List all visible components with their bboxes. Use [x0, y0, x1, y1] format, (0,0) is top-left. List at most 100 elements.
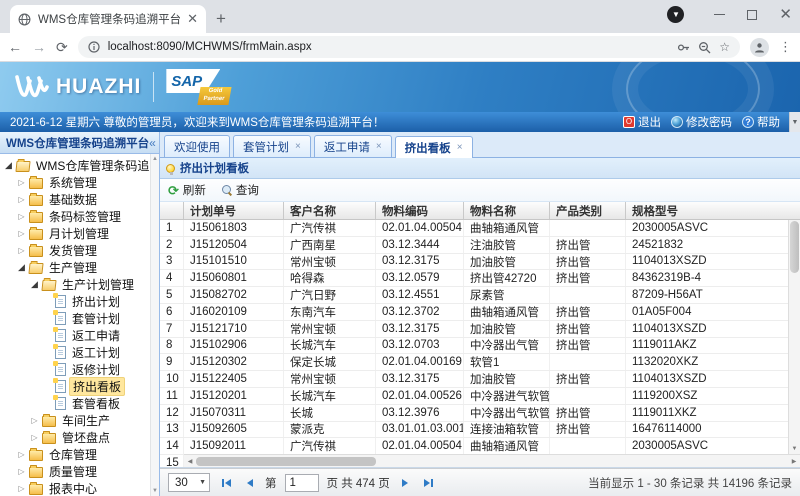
forward-icon[interactable]: → [32, 40, 46, 54]
page-scroll-down-icon[interactable]: ▼ [789, 112, 800, 132]
query-button[interactable]: 查询 [222, 182, 259, 198]
tree-item-仓库管理[interactable]: ▷仓库管理 [0, 446, 159, 463]
expand-toggle-icon[interactable]: ◢ [4, 160, 13, 171]
tree-item-套管计划[interactable]: 套管计划 [0, 310, 159, 327]
column-header[interactable]: 计划单号 [184, 202, 284, 219]
change-password-button[interactable]: 修改密码 [671, 114, 732, 130]
info-icon[interactable] [88, 41, 100, 53]
table-row[interactable]: 3J15101510常州宝顿03.12.3175加油胶管挤出管1104013XS… [160, 254, 788, 271]
tree-item-发货管理[interactable]: ▷发货管理 [0, 242, 159, 259]
bookmark-star-icon[interactable]: ☆ [719, 40, 730, 54]
tab-挤出看板[interactable]: 挤出看板× [395, 136, 473, 158]
help-button[interactable]: ?帮助 [742, 114, 780, 130]
maximize-button[interactable] [747, 10, 757, 20]
reload-icon[interactable]: ⟳ [56, 40, 68, 54]
tab-close-icon[interactable]: × [295, 141, 301, 152]
hscroll-right-icon[interactable]: ▶ [790, 458, 798, 465]
table-row[interactable]: 14J15092011广汽传祺02.01.04.00504曲轴箱通风管20300… [160, 438, 788, 455]
column-header[interactable]: 客户名称 [284, 202, 376, 219]
tree-item-套管看板[interactable]: 套管看板 [0, 395, 159, 412]
expand-toggle-icon[interactable]: ◢ [17, 262, 26, 273]
tree-item-报表中心[interactable]: ▷报表中心 [0, 480, 159, 496]
key-icon[interactable] [677, 41, 690, 54]
tree-item-挤出看板[interactable]: 挤出看板 [0, 378, 159, 395]
sidebar-scrollbar[interactable]: ▲ ▼ [150, 154, 159, 496]
browser-menu-icon[interactable]: ⋮ [779, 39, 792, 55]
table-row[interactable]: 5J15082702广汽日野03.12.4551尿素管87209-H56AT [160, 287, 788, 304]
tab-返工申请[interactable]: 返工申请× [314, 135, 392, 157]
logout-button[interactable]: O退出 [623, 114, 661, 130]
table-row[interactable]: 4J15060801哈得森03.12.0579挤出管42720挤出管843623… [160, 270, 788, 287]
tab-close-icon[interactable]: × [376, 141, 382, 152]
column-header-rownum[interactable] [160, 202, 184, 219]
last-page-button[interactable] [420, 479, 437, 487]
page-number-input[interactable] [285, 474, 319, 492]
sidebar-collapse-icon[interactable]: « [149, 136, 156, 150]
page-size-select[interactable]: 30 ▼ [168, 473, 210, 492]
tree-item-返工计划[interactable]: 返工计划 [0, 344, 159, 361]
scroll-up-icon[interactable]: ▲ [151, 154, 159, 164]
table-row[interactable]: 8J15102906长城汽车03.12.0703中冷器出气管挤出管1119011… [160, 338, 788, 355]
table-row[interactable]: 6J16020109东南汽车03.12.3702曲轴箱通风管挤出管01A05F0… [160, 304, 788, 321]
expand-toggle-icon[interactable]: ▷ [30, 433, 39, 442]
expand-toggle-icon[interactable]: ▷ [17, 467, 26, 476]
table-row[interactable]: 9J15120302保定长城02.01.04.00169软管11132020XK… [160, 354, 788, 371]
scroll-down-icon[interactable]: ▼ [151, 486, 159, 496]
minimize-button[interactable] [714, 14, 725, 16]
expand-toggle-icon[interactable]: ▷ [17, 212, 26, 221]
column-header[interactable]: 物料编码 [376, 202, 464, 219]
tab-close-icon[interactable]: × [457, 142, 463, 153]
tree-item-系统管理[interactable]: ▷系统管理 [0, 174, 159, 191]
hscroll-thumb[interactable] [196, 457, 376, 466]
table-row[interactable]: 1J15061803广汽传祺02.01.04.00504曲轴箱通风管203000… [160, 220, 788, 237]
vscroll-down-icon[interactable]: ▼ [789, 443, 800, 454]
next-page-button[interactable] [398, 479, 412, 487]
new-tab-button[interactable]: + [216, 9, 226, 29]
tree-item-返工申请[interactable]: 返工申请 [0, 327, 159, 344]
grid-horizontal-scrollbar[interactable]: ◀ ▶ [184, 454, 800, 467]
tree-item-月计划管理[interactable]: ▷月计划管理 [0, 225, 159, 242]
expand-toggle-icon[interactable]: ▷ [17, 450, 26, 459]
prev-page-button[interactable] [243, 479, 257, 487]
tree-item-挤出计划[interactable]: 挤出计划 [0, 293, 159, 310]
table-row[interactable]: 13J15092605蒙派克03.01.01.03.00152连接油箱软管挤出管… [160, 422, 788, 439]
tree-item-质量管理[interactable]: ▷质量管理 [0, 463, 159, 480]
column-header[interactable]: 物料名称 [464, 202, 550, 219]
profile-avatar[interactable] [750, 38, 769, 57]
tab-套管计划[interactable]: 套管计划× [233, 135, 311, 157]
tab-close-icon[interactable]: ✕ [187, 11, 198, 27]
url-text[interactable]: localhost:8090/MCHWMS/frmMain.aspx [108, 41, 670, 53]
expand-toggle-icon[interactable]: ▷ [17, 195, 26, 204]
close-button[interactable]: ✕ [779, 10, 792, 20]
tree-item-返修计划[interactable]: 返修计划 [0, 361, 159, 378]
table-row[interactable]: 12J15070311长城03.12.3976中冷器出气软管挤出管1119011… [160, 405, 788, 422]
refresh-button[interactable]: ⟳ 刷新 [168, 182, 206, 198]
tree-item-管坯盘点[interactable]: ▷管坯盘点 [0, 429, 159, 446]
tree-item-基础数据[interactable]: ▷基础数据 [0, 191, 159, 208]
table-row[interactable]: 7J15121710常州宝顿03.12.3175加油胶管挤出管1104013XS… [160, 321, 788, 338]
back-icon[interactable]: ← [8, 40, 22, 54]
expand-toggle-icon[interactable]: ▷ [17, 229, 26, 238]
tree-item-条码标签管理[interactable]: ▷条码标签管理 [0, 208, 159, 225]
column-header[interactable]: 规格型号 [626, 202, 800, 219]
column-header[interactable]: 产品类别 [550, 202, 626, 219]
tab-欢迎使用[interactable]: 欢迎使用 [164, 135, 230, 157]
expand-toggle-icon[interactable]: ▷ [17, 178, 26, 187]
first-page-button[interactable] [218, 479, 235, 487]
hscroll-left-icon[interactable]: ◀ [186, 458, 194, 465]
tree-item-车间生产[interactable]: ▷车间生产 [0, 412, 159, 429]
table-row[interactable]: 11J15120201长城汽车02.01.04.00526中冷器进气软管1111… [160, 388, 788, 405]
table-row[interactable]: 2J15120504广西南星03.12.3444注油胶管挤出管24521832 [160, 237, 788, 254]
tree-item-生产管理[interactable]: ◢生产管理 [0, 259, 159, 276]
vscroll-thumb[interactable] [790, 221, 799, 273]
expand-toggle-icon[interactable]: ▷ [17, 484, 26, 493]
table-row[interactable]: 10J15122405常州宝顿03.12.3175加油胶管挤出管1104013X… [160, 371, 788, 388]
zoom-icon[interactable] [698, 41, 711, 54]
expand-toggle-icon[interactable]: ▷ [17, 246, 26, 255]
tree-item-WMS仓库管理条码追溯系统[interactable]: ◢WMS仓库管理条码追溯系统 [0, 157, 159, 174]
expand-toggle-icon[interactable]: ▷ [30, 416, 39, 425]
grid-vertical-scrollbar[interactable]: ▼ [788, 220, 800, 454]
browser-tab[interactable]: WMS仓库管理条码追溯平台 ✕ [10, 5, 206, 33]
expand-toggle-icon[interactable]: ◢ [30, 279, 39, 290]
address-bar[interactable]: localhost:8090/MCHWMS/frmMain.aspx ☆ [78, 36, 740, 58]
